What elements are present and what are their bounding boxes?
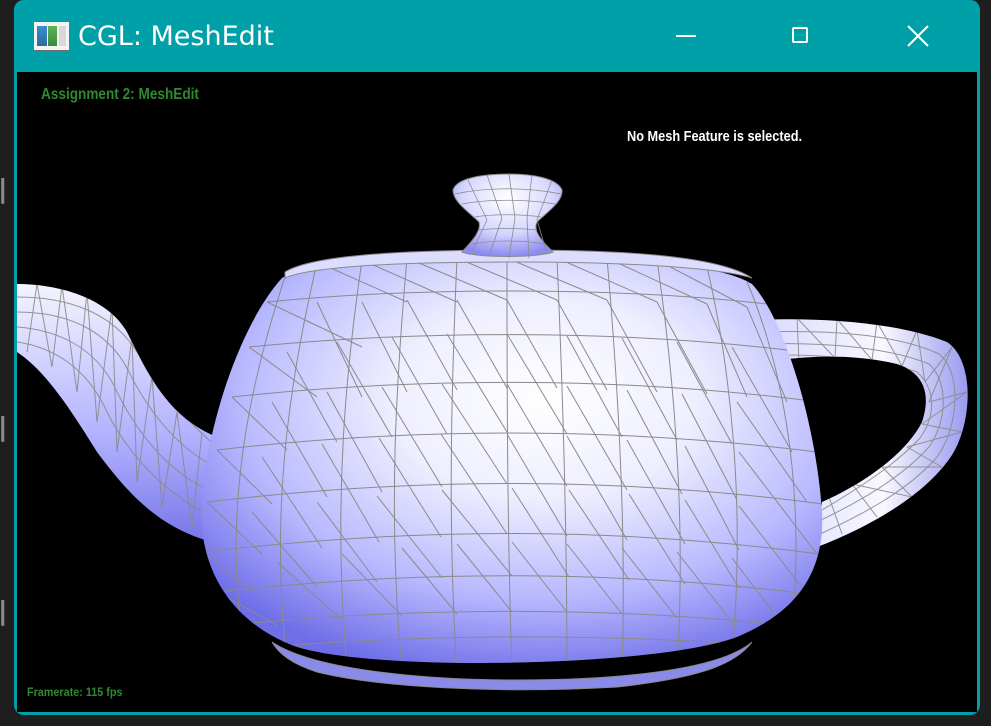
minimize-icon (676, 35, 696, 37)
background-text-fragment: l (0, 595, 8, 635)
close-icon (907, 25, 929, 47)
maximize-button[interactable] (771, 14, 831, 58)
framerate-readout: Framerate: 115 fps (27, 685, 122, 699)
window-title: CGL: MeshEdit (78, 21, 274, 52)
background-text-fragment: l (0, 173, 8, 213)
3d-viewport[interactable]: Assignment 2: MeshEdit No Mesh Feature i… (17, 72, 977, 712)
framerate-value: 115 fps (85, 685, 123, 699)
selection-status: No Mesh Feature is selected. (627, 128, 803, 145)
title-bar[interactable]: CGL: MeshEdit (14, 0, 980, 72)
teapot-mesh[interactable] (17, 72, 977, 712)
app-window: CGL: MeshEdit Assignment 2: MeshEdit No … (14, 0, 980, 715)
background-text-fragment: l (0, 411, 8, 451)
hud-assignment-title: Assignment 2: MeshEdit (41, 86, 199, 103)
close-button[interactable] (888, 14, 948, 58)
maximize-icon (792, 27, 808, 43)
framerate-label: Framerate: (27, 685, 83, 699)
minimize-button[interactable] (656, 14, 716, 58)
app-window-icon[interactable] (33, 21, 70, 51)
